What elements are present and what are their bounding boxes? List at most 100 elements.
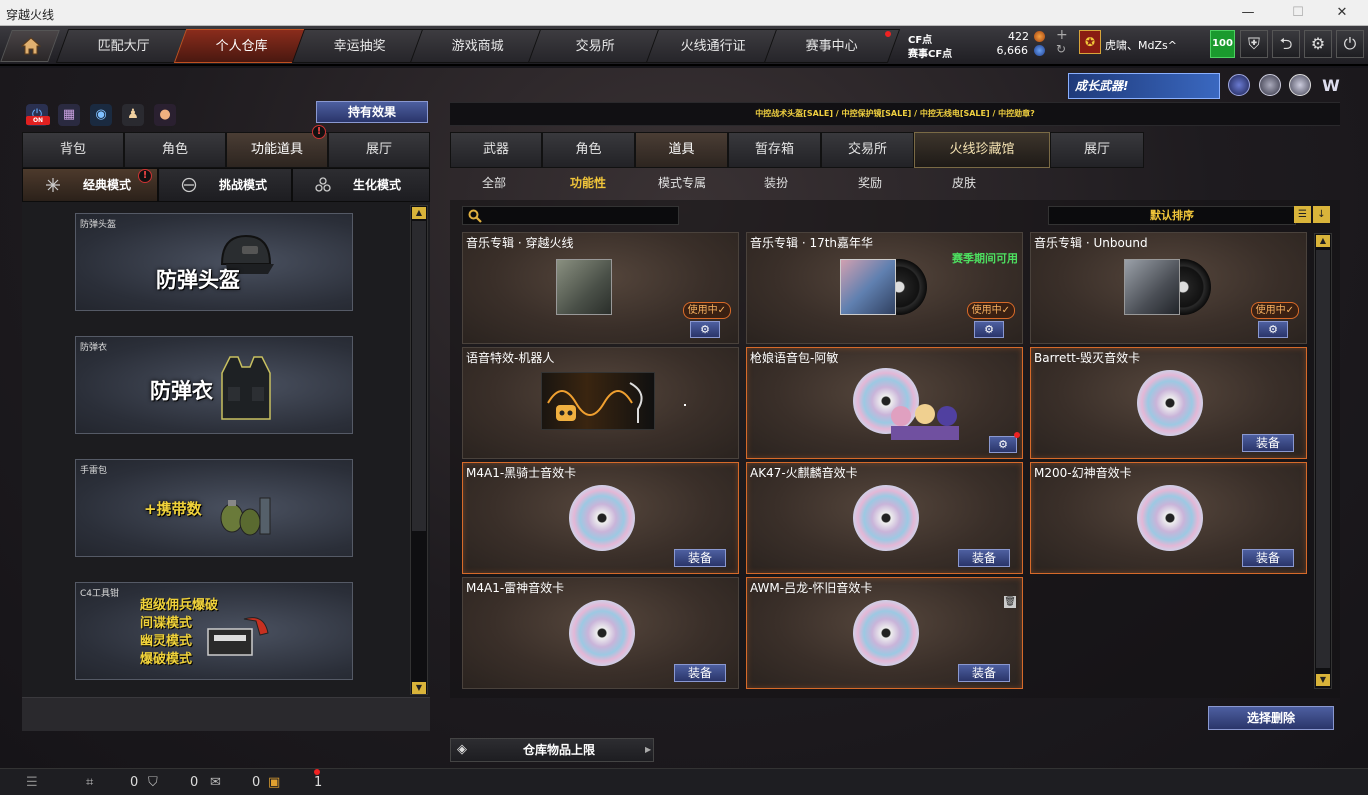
event-icon-1[interactable]: [1228, 74, 1250, 96]
tab-items[interactable]: 道具: [635, 132, 728, 168]
mode-zombie[interactable]: 生化模式: [292, 168, 430, 202]
refresh-icon[interactable]: ↻: [1056, 42, 1066, 56]
return-icon[interactable]: ⮌: [1272, 30, 1300, 58]
scroll-up-icon[interactable]: ▲: [1316, 235, 1330, 247]
equip-button[interactable]: 装备: [958, 549, 1010, 567]
tab-backpack[interactable]: 背包: [22, 132, 124, 168]
tab-exhibit[interactable]: 展厅: [1050, 132, 1144, 168]
tab-exchange[interactable]: 交易所: [527, 29, 665, 63]
trash-icon[interactable]: 🗑: [1004, 596, 1016, 608]
album-cover: [840, 259, 896, 315]
window-title: 穿越火线: [6, 8, 55, 22]
tab-weapons[interactable]: 武器: [450, 132, 542, 168]
gear-icon[interactable]: ⚙: [1304, 30, 1332, 58]
equip-button[interactable]: 装备: [674, 664, 726, 682]
held-effects-button[interactable]: 持有效果: [316, 101, 428, 123]
tab-functional-items[interactable]: 功能道具: [226, 132, 328, 168]
event-icon-3[interactable]: [1289, 74, 1311, 96]
sort-down-icon[interactable]: ↓: [1313, 206, 1330, 223]
item-card[interactable]: 音乐专辑 · Unbound 使用中✓ ⚙: [1030, 232, 1307, 344]
gift-icon[interactable]: ▣: [268, 775, 280, 790]
robot-icon: [547, 382, 643, 423]
subtab-functional[interactable]: 功能性: [560, 174, 616, 194]
subtab-rewards[interactable]: 奖励: [846, 174, 894, 194]
tab-showroom[interactable]: 展厅: [328, 132, 430, 168]
shield-outline-icon[interactable]: ⛉: [148, 775, 158, 790]
grenade-icon[interactable]: ●: [154, 104, 176, 126]
event-icon-4[interactable]: W: [1318, 76, 1344, 95]
equip-button[interactable]: 装备: [1242, 434, 1294, 452]
equip-button[interactable]: 装备: [958, 664, 1010, 682]
item-c4-pliers[interactable]: C4工具钳 超级佣兵爆破 间谍模式 幽灵模式 爆破模式: [75, 582, 353, 680]
shield-icon[interactable]: ⛨: [1240, 30, 1268, 58]
rank-badge-icon[interactable]: ✪: [1079, 30, 1101, 54]
subtab-outfit[interactable]: 装扮: [752, 174, 800, 194]
item-card[interactable]: M4A1-黑骑士音效卡 装备: [462, 462, 739, 574]
tab-collection-hall[interactable]: 火线珍藏馆: [914, 132, 1050, 168]
tab-roles[interactable]: 角色: [542, 132, 635, 168]
person-icon[interactable]: ♟: [122, 104, 144, 126]
item-card[interactable]: M4A1-雷神音效卡 装备: [462, 577, 739, 689]
mode-challenge[interactable]: 挑战模式: [158, 168, 292, 202]
scroll-thumb[interactable]: [1316, 250, 1330, 668]
right-scrollbar[interactable]: ▲ ▼: [1314, 233, 1332, 689]
item-card[interactable]: M200-幻神音效卡 装备: [1030, 462, 1307, 574]
tab-lucky-draw[interactable]: 幸运抽奖: [291, 29, 429, 63]
item-card[interactable]: 语音特效-机器人: [462, 347, 739, 459]
item-card[interactable]: 枪娘语音包-阿敏 ⚙: [746, 347, 1023, 459]
tab-temp-box[interactable]: 暂存箱: [728, 132, 821, 168]
scroll-up-icon[interactable]: ▲: [412, 207, 426, 219]
scroll-down-icon[interactable]: ▼: [1316, 674, 1330, 686]
close-button[interactable]: ✕: [1322, 2, 1362, 24]
level-badge[interactable]: 100: [1210, 30, 1235, 58]
cd-icon: [569, 600, 635, 666]
tab-character[interactable]: 角色: [124, 132, 226, 168]
item-body-armor[interactable]: 防弹衣 防弹衣: [75, 336, 353, 434]
match-cf-label: 赛事CF点: [908, 49, 953, 60]
equip-button[interactable]: 装备: [674, 549, 726, 567]
tab-trade[interactable]: 交易所: [821, 132, 914, 168]
chart-icon[interactable]: ▦: [58, 104, 80, 126]
power-icon[interactable]: ⏻: [1336, 30, 1364, 58]
item-helmet[interactable]: 防弹头盔 防弹头盔: [75, 213, 353, 311]
scroll-down-icon[interactable]: ▼: [412, 682, 426, 694]
item-card[interactable]: 音乐专辑 · 17th嘉年华 赛季期间可用 使用中✓ ⚙: [746, 232, 1023, 344]
subtab-skins[interactable]: 皮肤: [940, 174, 988, 194]
storage-limit-bar[interactable]: ◈ 仓库物品上限 ▶: [450, 738, 654, 762]
settings-gear-button[interactable]: ⚙: [1258, 321, 1288, 338]
sort-dropdown[interactable]: 默认排序: [1048, 206, 1296, 225]
item-card[interactable]: AWM-吕龙-怀旧音效卡 🗑 装备: [746, 577, 1023, 689]
settings-gear-button[interactable]: ⚙: [974, 321, 1004, 338]
subtab-all[interactable]: 全部: [470, 174, 518, 194]
layers-icon: ◈: [457, 742, 467, 757]
cd-icon: [1137, 485, 1203, 551]
tab-event-center[interactable]: 赛事中心: [763, 29, 901, 63]
left-scrollbar[interactable]: ▲ ▼: [410, 205, 428, 695]
item-grenade-pack[interactable]: 手雷包 +携带数: [75, 459, 353, 557]
maximize-button[interactable]: ☐: [1278, 2, 1318, 24]
chat-icon[interactable]: ✉: [210, 775, 221, 790]
search-input[interactable]: [462, 206, 679, 225]
username[interactable]: 虎啸、MdZs^: [1105, 37, 1177, 53]
scroll-thumb[interactable]: [412, 221, 426, 531]
item-card[interactable]: Barrett-毁灭音效卡 装备: [1030, 347, 1307, 459]
tab-game-store[interactable]: 游戏商城: [409, 29, 547, 63]
list-icon[interactable]: ☰: [1294, 206, 1311, 223]
tab-match-hall[interactable]: 匹配大厅: [55, 29, 193, 63]
tab-battle-pass[interactable]: 火线通行证: [645, 29, 783, 63]
settings-gear-button[interactable]: ⚙: [690, 321, 720, 338]
event-icon-2[interactable]: [1259, 74, 1281, 96]
add-cf-icon[interactable]: +: [1056, 27, 1068, 43]
item-card[interactable]: AK47-火麒麟音效卡 装备: [746, 462, 1023, 574]
equip-button[interactable]: 装备: [1242, 549, 1294, 567]
promo-banner[interactable]: 成长武器!: [1068, 73, 1220, 99]
settings-gear-button[interactable]: ⚙: [989, 436, 1017, 453]
tab-personal-storage[interactable]: 个人仓库: [173, 29, 311, 63]
binoculars-icon[interactable]: ⌗: [86, 775, 93, 790]
item-card[interactable]: 音乐专辑 · 穿越火线 使用中✓ ⚙: [462, 232, 739, 344]
minimize-button[interactable]: —: [1228, 2, 1268, 24]
eye-icon[interactable]: ◉: [90, 104, 112, 126]
subtab-mode-exclusive[interactable]: 模式专属: [650, 174, 714, 194]
menu-icon[interactable]: ☰: [26, 775, 38, 790]
select-delete-button[interactable]: 选择删除: [1208, 706, 1334, 730]
